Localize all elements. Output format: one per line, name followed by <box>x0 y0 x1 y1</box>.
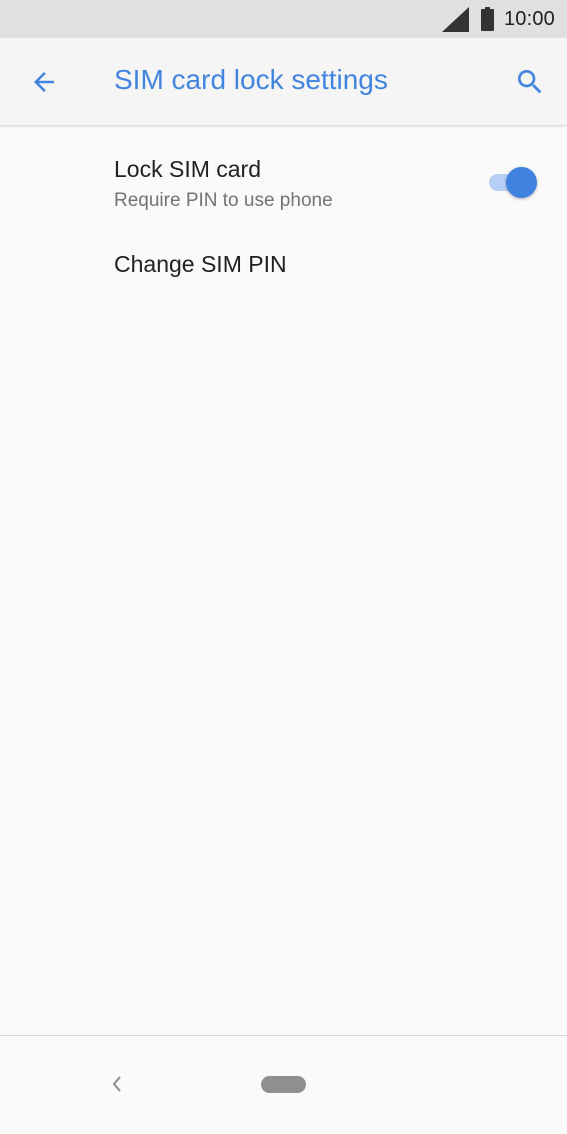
nav-back-button[interactable] <box>100 1066 134 1102</box>
back-button[interactable] <box>18 58 70 106</box>
search-icon <box>518 70 542 94</box>
status-bar: 10:00 <box>0 0 567 38</box>
lock-sim-card-summary: Require PIN to use phone <box>114 190 333 211</box>
settings-list: Lock SIM card Require PIN to use phone C… <box>0 127 567 317</box>
change-sim-pin-title: Change SIM PIN <box>114 251 287 277</box>
arrow-left-icon <box>34 72 54 92</box>
change-sim-pin-row[interactable]: Change SIM PIN <box>0 235 567 317</box>
page-title: SIM card lock settings <box>114 64 388 95</box>
search-button[interactable] <box>505 58 555 106</box>
signal-icon <box>441 6 469 32</box>
status-icons: 10:00 <box>441 0 555 38</box>
chevron-left-icon <box>112 1076 121 1092</box>
app-bar: SIM card lock settings <box>0 38 567 126</box>
screen: 10:00 SIM card lock settings Lock SIM ca… <box>0 0 567 1134</box>
nav-bar <box>0 1036 567 1134</box>
lock-sim-card-row[interactable]: Lock SIM card Require PIN to use phone <box>0 127 567 235</box>
lock-sim-card-toggle[interactable] <box>485 167 537 198</box>
home-pill-icon[interactable] <box>261 1076 306 1093</box>
lock-sim-card-title: Lock SIM card <box>114 156 261 182</box>
toggle-thumb <box>506 167 537 198</box>
status-time: 10:00 <box>503 7 555 30</box>
battery-icon <box>480 7 494 31</box>
